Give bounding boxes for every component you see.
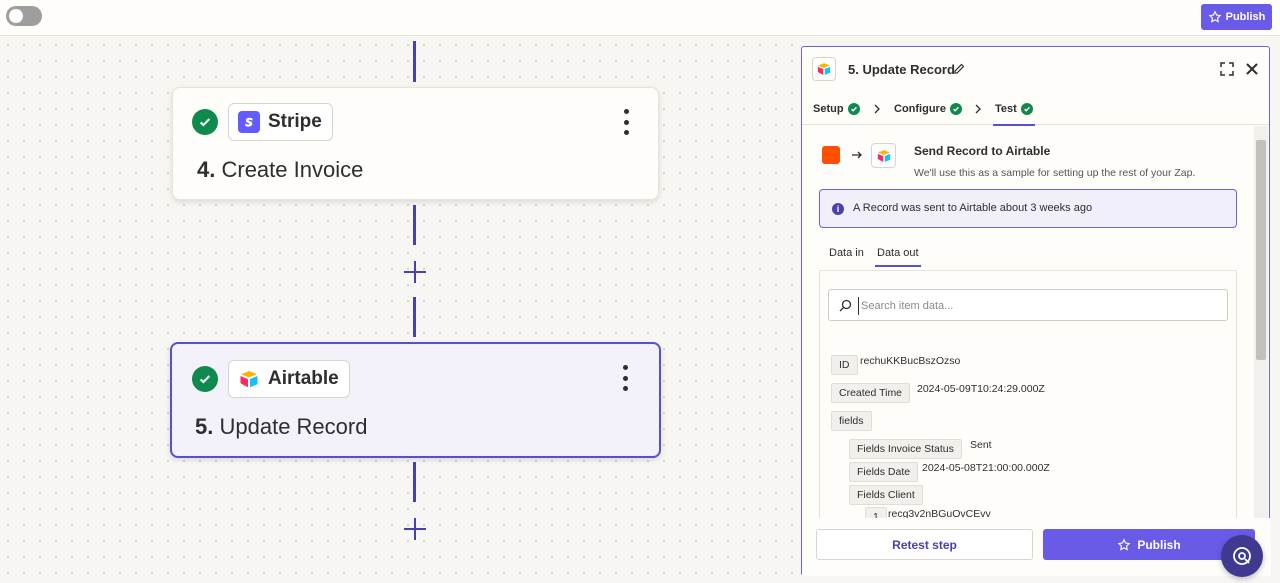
info-icon: i	[832, 203, 844, 215]
help-chat-icon	[1233, 547, 1251, 565]
tab-test[interactable]: Test	[993, 101, 1035, 126]
app-chip-label: Airtable	[268, 368, 339, 389]
zap-on-off-toggle[interactable]	[6, 6, 42, 26]
step-menu-kebab-icon[interactable]	[621, 109, 631, 135]
record-value: Sent	[970, 439, 992, 451]
send-record-title: Send Record to Airtable	[914, 144, 1051, 158]
app-chip-label: Stripe	[268, 111, 322, 132]
chevron-right-icon	[975, 104, 981, 114]
connector-line	[413, 297, 416, 337]
search-icon	[839, 299, 852, 312]
step-title-text: Update Record	[219, 414, 368, 439]
chevron-right-icon	[874, 104, 880, 114]
record-value: rechuKKBucBszOzso	[860, 355, 961, 367]
record-key[interactable]: Created Time	[831, 383, 911, 403]
record-value: recg3v2nBGuOvCEvv	[888, 508, 991, 518]
panel-body[interactable]: Send Record to Airtable We'll use this a…	[802, 126, 1271, 518]
send-record-subtitle: We'll use this as a sample for setting u…	[914, 167, 1196, 179]
record-key[interactable]: 1	[865, 507, 887, 518]
check-circle-icon	[949, 103, 962, 115]
record-key[interactable]: Fields Client	[849, 485, 923, 505]
step-details-panel: 5. Update Record Setup Configure Test Se…	[801, 46, 1271, 576]
zapier-logo-icon	[822, 146, 840, 164]
retest-step-button[interactable]: Retest step	[816, 529, 1033, 560]
step-title: 5. Update Record	[195, 414, 367, 440]
pencil-icon[interactable]	[953, 63, 965, 75]
check-circle-icon	[192, 366, 218, 392]
record-value: 2024-05-09T10:24:29.000Z	[917, 383, 1045, 395]
arrow-right-icon	[852, 151, 862, 159]
scrollbar-thumb[interactable]	[1256, 140, 1266, 360]
app-chip-stripe: Stripe	[228, 103, 333, 141]
add-step-plus-icon[interactable]	[403, 517, 427, 541]
check-circle-icon	[1020, 103, 1033, 115]
check-circle-icon	[192, 109, 218, 135]
zap-editor-canvas[interactable]: Stripe 4. Create Invoice Airtable 5. Upd…	[0, 37, 800, 583]
record-key[interactable]: fields	[831, 411, 872, 431]
info-text: A Record was sent to Airtable about 3 we…	[853, 202, 1093, 214]
panel-title[interactable]: 5. Update Record	[848, 62, 955, 77]
tab-label: Setup	[813, 103, 844, 115]
connector-line	[413, 41, 416, 82]
data-out-area: ID rechuKKBucBszOzso Created Time 2024-0…	[819, 270, 1237, 518]
help-chat-button[interactable]	[1221, 535, 1263, 577]
tab-configure[interactable]: Configure	[894, 101, 962, 117]
star-icon	[1117, 537, 1131, 551]
connector-line	[413, 205, 416, 245]
record-value: 2024-05-08T21:00:00.000Z	[922, 462, 1050, 474]
publish-label: Publish	[1137, 537, 1181, 552]
step-number: 5.	[195, 414, 214, 439]
data-tabs: Data in Data out	[819, 242, 1237, 270]
tab-label: Test	[995, 103, 1017, 115]
stripe-logo-icon	[238, 111, 260, 133]
connector-line	[413, 462, 416, 502]
info-banner: i A Record was sent to Airtable about 3 …	[819, 189, 1237, 228]
record-key[interactable]: ID	[831, 355, 858, 375]
step-number: 4.	[197, 157, 216, 182]
step-card-update-record[interactable]: Airtable 5. Update Record	[170, 342, 661, 458]
step-title: 4. Create Invoice	[197, 157, 363, 183]
airtable-logo-icon	[812, 57, 836, 81]
expand-icon[interactable]	[1220, 62, 1234, 76]
step-card-create-invoice[interactable]: Stripe 4. Create Invoice	[172, 87, 659, 200]
airtable-logo-icon	[240, 371, 258, 388]
panel-footer: Retest step Publish	[802, 518, 1271, 576]
tab-setup[interactable]: Setup	[813, 101, 860, 117]
add-step-plus-icon[interactable]	[403, 260, 427, 284]
check-circle-icon	[847, 103, 860, 115]
star-icon	[1208, 10, 1222, 23]
step-title-text: Create Invoice	[221, 157, 364, 182]
close-icon[interactable]	[1245, 62, 1259, 76]
publish-button-top[interactable]: Publish	[1201, 4, 1272, 30]
record-key[interactable]: Fields Invoice Status	[849, 439, 962, 459]
tab-data-out[interactable]: Data out	[875, 247, 921, 267]
top-bar: Publish	[0, 0, 1280, 36]
airtable-logo-icon	[871, 143, 896, 168]
tab-data-in[interactable]: Data in	[829, 247, 864, 259]
record-key[interactable]: Fields Date	[849, 462, 919, 482]
app-chip-airtable: Airtable	[228, 360, 350, 398]
toggle-knob	[9, 9, 23, 23]
step-menu-kebab-icon[interactable]	[620, 365, 630, 391]
search-input[interactable]	[858, 297, 1218, 315]
publish-label: Publish	[1225, 11, 1266, 23]
search-box	[828, 289, 1228, 321]
panel-header: 5. Update Record	[802, 47, 1269, 91]
panel-tabs: Setup Configure Test	[802, 91, 1269, 126]
tab-label: Configure	[894, 103, 946, 115]
